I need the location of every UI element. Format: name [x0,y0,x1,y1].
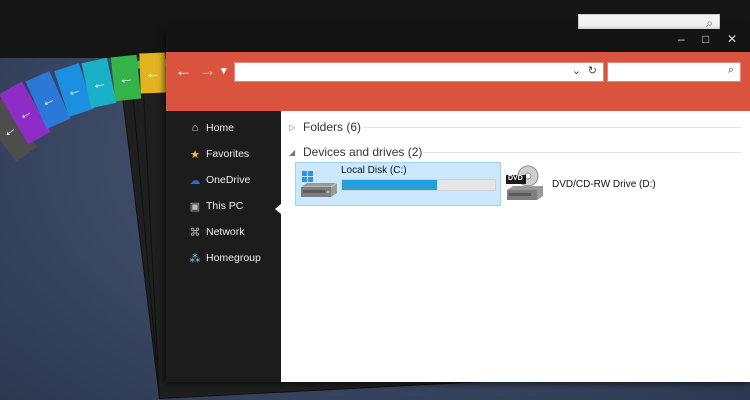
collapse-arrow-icon[interactable]: ◢ [289,148,297,157]
hard-drive-icon [301,171,338,197]
star-icon: ★ [190,148,200,161]
network-icon: ⌘ [189,226,201,239]
forward-button[interactable]: → [199,61,216,81]
close-button[interactable]: ✕ [727,32,737,46]
group-header-label: Folders (6) [303,120,362,134]
drive-tile-dvd[interactable]: DVD DVD/CD-RW Drive (D:) [503,162,703,204]
drive-usage-bar [341,179,496,191]
sidebar-item-onedrive[interactable]: ☁ OneDrive [188,171,251,189]
group-divider [363,127,741,128]
recent-locations-button[interactable]: ▾ [221,64,227,77]
fan-tab-green[interactable]: ← [110,54,142,102]
search-box[interactable]: ⌕ [607,62,741,82]
back-arrow-icon: ← [117,68,135,88]
sidebar-item-favorites[interactable]: ★ Favorites [188,145,249,163]
back-arrow-icon: ← [37,89,59,111]
back-arrow-icon: ← [145,64,161,82]
title-bar: – □ ✕ [166,29,750,52]
cloud-icon: ☁ [189,174,201,187]
back-arrow-icon: ← [89,73,109,93]
sidebar-item-label: This PC [206,200,244,212]
expand-arrow-icon[interactable]: ▷ [289,123,297,132]
minimize-button[interactable]: – [678,32,685,46]
sidebar-item-home[interactable]: ⌂ Home [188,119,234,137]
drive-usage-fill [342,180,437,190]
back-arrow-icon: ← [64,79,84,101]
search-input[interactable] [608,64,722,82]
drive-name: Local Disk (C:) [341,165,407,176]
home-icon: ⌂ [191,122,199,134]
dvd-badge: DVD [508,175,523,182]
sidebar-item-network[interactable]: ⌘ Network [188,223,245,241]
maximize-button[interactable]: □ [702,32,709,46]
sidebar-item-this-pc[interactable]: ▣ This PC [188,197,244,215]
sidebar-item-label: Network [206,226,245,238]
group-header-devices[interactable]: ◢ Devices and drives (2) [289,145,422,159]
sidebar-item-label: Homegroup [206,252,261,264]
search-icon[interactable]: ⌕ [728,64,734,77]
navigation-pane: ⌂ Home ★ Favorites ☁ OneDrive ▣ This PC … [166,111,281,382]
file-explorer-window: – □ ✕ ← → ▾ ⌄ ↻ ⌕ ⌂ Home ★ Favorites ☁ O… [166,29,750,382]
group-header-folders[interactable]: ▷ Folders (6) [289,120,361,134]
dvd-drive-icon [506,165,543,200]
back-button[interactable]: ← [175,61,192,81]
sidebar-item-homegroup[interactable]: ⁂ Homegroup [188,249,261,267]
homegroup-icon: ⁂ [189,252,201,265]
sidebar-item-label: OneDrive [206,174,251,186]
computer-icon: ▣ [189,200,201,213]
refresh-icon[interactable]: ↻ [588,64,597,77]
drive-name: DVD/CD-RW Drive (D:) [552,179,656,190]
chevron-down-icon[interactable]: ⌄ [572,64,581,77]
fan-tab-yellow[interactable]: ← [139,52,167,94]
sidebar-item-label: Home [206,122,235,134]
address-bar[interactable]: ⌄ ↻ [234,62,604,82]
group-divider [423,152,741,153]
content-pane: ▷ Folders (6) ◢ Devices and drives (2) L… [281,111,750,382]
group-header-label: Devices and drives (2) [303,145,423,159]
navigation-toolbar: ← → ▾ ⌄ ↻ ⌕ [166,52,750,111]
drive-tile-local-disk[interactable]: Local Disk (C:) [295,162,501,206]
address-input[interactable] [235,64,538,82]
sidebar-item-label: Favorites [206,148,250,160]
back-arrow-icon: ← [14,101,36,125]
